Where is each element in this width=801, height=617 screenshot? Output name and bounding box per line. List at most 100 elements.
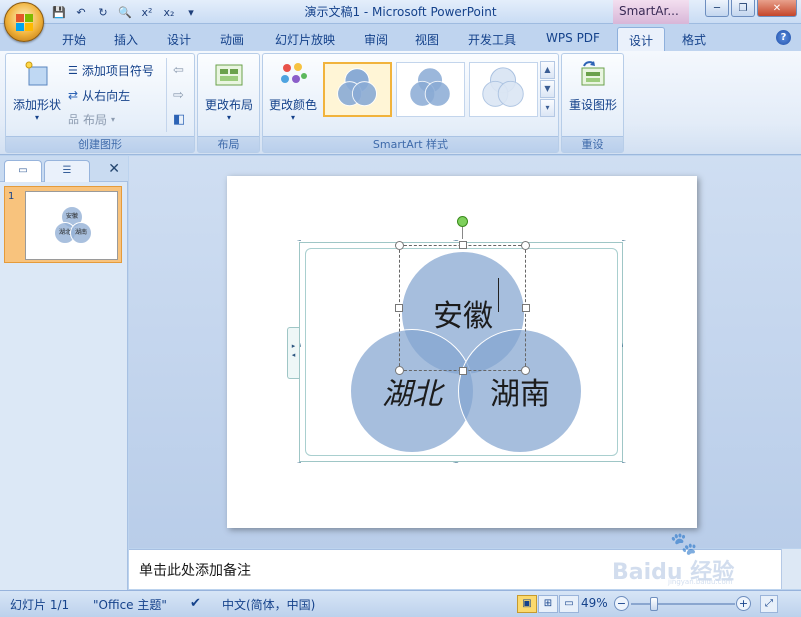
zoom-in-icon[interactable]: + [736, 596, 751, 611]
slides-tab-icon[interactable]: ▭ [4, 160, 42, 182]
smartart-frame[interactable]: ▸ ◂ ··· ··· ··· ··· ···· ···· ··· ··· 安徽 … [287, 216, 626, 467]
tab-insert[interactable]: 插入 [104, 27, 148, 51]
group-label: 创建图形 [6, 136, 194, 152]
tab-wps-pdf[interactable]: WPS PDF [536, 27, 610, 51]
resize-handle[interactable] [459, 241, 467, 249]
language-indicator[interactable]: 中文(简体，中国) [222, 596, 315, 613]
resize-handle[interactable] [522, 304, 530, 312]
notes-scrollbar[interactable] [781, 549, 801, 589]
slideshow-view-icon[interactable]: ▭ [559, 595, 579, 613]
tab-slideshow[interactable]: 幻灯片放映 [263, 27, 347, 51]
resize-handle[interactable] [395, 366, 404, 375]
slide-number: 1 [8, 191, 15, 202]
spell-check-icon[interactable]: ✔ [190, 596, 201, 611]
swap-arrows-icon: ⇄ [68, 88, 79, 102]
style-option-1[interactable] [323, 62, 392, 117]
right-to-left-button[interactable]: ⇄ 从右向左 [68, 85, 130, 105]
color-palette-icon [281, 63, 307, 83]
fit-to-window-icon[interactable]: ⤢ [760, 595, 778, 613]
chevron-down-icon: ▾ [290, 113, 295, 122]
add-bullet-button[interactable]: ☰ 添加项目符号 [68, 60, 154, 80]
outline-tab-icon[interactable]: ☰ [44, 160, 90, 182]
restore-icon[interactable]: ❐ [731, 0, 755, 17]
ribbon: 添加形状 ▾ ☰ 添加项目符号 ⇄ 从右向左 品 布局 ▾ ⇦ ⇨ ◧ 创建图形 [0, 51, 801, 155]
change-colors-button[interactable]: 更改颜色 ▾ [265, 58, 321, 122]
add-shape-button[interactable]: 添加形状 ▾ [10, 58, 64, 122]
gallery-scroll-down-icon[interactable]: ▼ [540, 80, 555, 98]
resize-handle[interactable] [521, 241, 530, 250]
reset-graphic-icon [581, 61, 605, 86]
group-create-graphic: 添加形状 ▾ ☰ 添加项目符号 ⇄ 从右向左 品 布局 ▾ ⇦ ⇨ ◧ 创建图形 [5, 53, 195, 153]
gallery-more-icon[interactable]: ▾ [540, 99, 555, 117]
style-option-3[interactable] [469, 62, 538, 117]
tab-view[interactable]: 视图 [405, 27, 449, 51]
group-label: SmartArt 样式 [263, 136, 558, 152]
chevron-down-icon: ▾ [34, 113, 39, 122]
tab-animations[interactable]: 动画 [210, 27, 254, 51]
resize-handle[interactable] [395, 304, 403, 312]
text-cursor [498, 278, 499, 312]
venn-style-icon [409, 67, 451, 107]
frame-side-dots: ···· [453, 237, 459, 245]
chevron-down-icon: ▾ [226, 113, 231, 122]
resize-handle[interactable] [459, 367, 467, 375]
normal-view-icon[interactable]: ▣ [517, 595, 537, 613]
selection-box [395, 241, 530, 375]
slide-thumbnail[interactable]: 1 安徽 湖北 湖南 [4, 186, 122, 263]
ribbon-tabs: 开始 插入 设计 动画 幻灯片放映 审阅 视图 开发工具 WPS PDF 设计 … [0, 24, 801, 51]
tab-developer[interactable]: 开发工具 [456, 27, 528, 51]
slides-pane: ▭ ☰ ✕ 1 安徽 湖北 湖南 [0, 156, 128, 590]
close-icon[interactable]: ✕ [757, 0, 797, 17]
text-pane-icon[interactable]: ◧ [173, 109, 185, 129]
promote-icon[interactable]: ⇦ [173, 60, 184, 80]
zoom-slider-thumb[interactable] [649, 597, 658, 611]
group-label: 重设 [562, 136, 623, 152]
slide-canvas[interactable]: ▸ ◂ ··· ··· ··· ··· ···· ···· ··· ··· 安徽 … [227, 176, 697, 528]
pane-tabs: ▭ ☰ ✕ [0, 156, 128, 182]
org-chart-icon: 品 [68, 113, 79, 126]
gallery-scroll-up-icon[interactable]: ▲ [540, 61, 555, 79]
zoom-level[interactable]: 49% [581, 596, 608, 610]
slide-editor: ▸ ◂ ··· ··· ··· ··· ···· ···· ··· ··· 安徽 … [129, 156, 801, 548]
rotate-handle[interactable] [457, 216, 468, 227]
frame-side-dots: ··· [618, 343, 626, 347]
slide-count: 幻灯片 1/1 [10, 598, 70, 612]
frame-side-dots: ··· [296, 343, 304, 347]
style-option-2[interactable] [396, 62, 465, 117]
slide-sorter-icon[interactable]: ⊞ [538, 595, 558, 613]
thumbnail-slide: 安徽 湖北 湖南 [25, 191, 118, 260]
change-layout-button[interactable]: 更改布局 ▾ [202, 58, 256, 122]
zoom-out-icon[interactable]: − [614, 596, 629, 611]
chevron-down-icon: ▾ [111, 114, 116, 124]
office-button[interactable] [4, 2, 44, 42]
resize-handle[interactable] [395, 241, 404, 250]
tab-design[interactable]: 设计 [157, 27, 201, 51]
zoom-slider[interactable] [631, 597, 735, 611]
title-bar: 💾 ↶ ↻ 🔍 x² x₂ ▾ 演示文稿1 - Microsoft PowerP… [0, 0, 801, 24]
add-shape-icon [25, 61, 48, 86]
group-smartart-styles: 更改颜色 ▾ ▲ ▼ ▾ SmartArt 样式 [262, 53, 559, 153]
group-layouts: 更改布局 ▾ 布局 [197, 53, 260, 153]
help-icon[interactable]: ? [776, 30, 791, 45]
rotate-connector [462, 227, 463, 239]
tab-smartart-design[interactable]: 设计 [617, 27, 665, 51]
venn-style-icon [482, 67, 524, 107]
minimize-icon[interactable]: ─ [705, 0, 729, 17]
tab-home[interactable]: 开始 [52, 27, 96, 51]
frame-corner-dots: ··· [297, 459, 302, 467]
tab-smartart-format[interactable]: 格式 [670, 27, 718, 51]
baidu-watermark: 🐾 Baidu 经验 jingyan.baidu.com [612, 532, 735, 586]
tab-review[interactable]: 审阅 [354, 27, 398, 51]
frame-side-dots: ···· [453, 459, 459, 467]
close-icon[interactable]: ✕ [108, 161, 120, 177]
reset-graphic-button[interactable]: 重设图形 [564, 58, 622, 113]
layout-button[interactable]: 品 布局 ▾ [68, 109, 115, 129]
resize-handle[interactable] [521, 366, 530, 375]
theme-name[interactable]: "Office 主题" [93, 596, 167, 613]
status-bar: 幻灯片 1/1 "Office 主题" ✔ 中文(简体，中国) ▣ ⊞ ▭ 49… [0, 590, 801, 617]
text-pane-toggle-icon[interactable]: ▸ ◂ [287, 327, 299, 379]
group-reset: 重设图形 重设 [561, 53, 624, 153]
demote-icon[interactable]: ⇨ [173, 85, 184, 105]
frame-corner-dots: ··· [621, 237, 626, 245]
frame-corner-dots: ··· [297, 237, 302, 245]
